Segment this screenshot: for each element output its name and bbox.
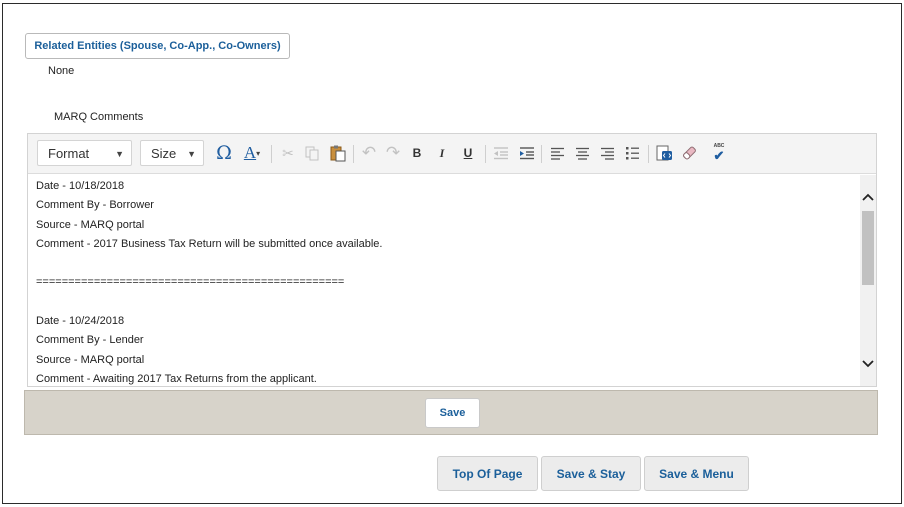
save-and-stay-button[interactable]: Save & Stay <box>541 456 641 491</box>
toolbar-separator <box>648 145 649 163</box>
scroll-up-icon[interactable] <box>860 187 876 207</box>
align-right-icon[interactable] <box>597 142 617 164</box>
toolbar-separator <box>485 145 486 163</box>
page-frame: Related Entities (Spouse, Co-App., Co-Ow… <box>2 3 902 504</box>
scroll-down-icon[interactable] <box>860 354 876 374</box>
cut-icon[interactable]: ✂ <box>278 142 298 164</box>
comment-text-area[interactable]: Date - 10/18/2018 Comment By - Borrower So… <box>28 175 860 386</box>
save-and-menu-button[interactable]: Save & Menu <box>644 456 749 491</box>
indent-icon[interactable] <box>517 142 537 164</box>
comment-line: Source - MARQ portal <box>36 353 145 366</box>
comment-scrollbar[interactable] <box>860 175 876 386</box>
comment-line: Comment By - Borrower <box>36 199 154 212</box>
comment-line: ========================================… <box>36 276 345 289</box>
related-entities-button[interactable]: Related Entities (Spouse, Co-App., Co-Ow… <box>25 33 290 59</box>
chevron-down-icon: ▼ <box>115 149 124 159</box>
comment-line: Date - 10/24/2018 <box>36 315 125 328</box>
comments-editor: Format ▼ Size ▼ Ω A ▾ ✂ ↶ ↷ B I U ABC ✔ … <box>27 133 877 387</box>
format-dropdown-label: Format <box>48 145 90 161</box>
toolbar-separator <box>353 145 354 163</box>
spellcheck-icon[interactable]: ABC ✔ <box>709 142 729 164</box>
save-button[interactable]: Save <box>425 398 480 428</box>
source-code-icon[interactable] <box>654 142 674 164</box>
comment-line <box>36 293 860 312</box>
comment-line: Comment - 2017 Business Tax Return will … <box>36 237 383 250</box>
bulleted-list-icon[interactable] <box>622 142 642 164</box>
bold-icon[interactable]: B <box>407 142 427 164</box>
top-of-page-button[interactable]: Top Of Page <box>437 456 538 491</box>
paste-icon[interactable] <box>328 142 348 164</box>
toolbar-separator <box>271 145 272 163</box>
align-center-icon[interactable] <box>572 142 592 164</box>
chevron-down-icon: ▼ <box>187 149 196 159</box>
toolbar-separator <box>541 145 542 163</box>
comment-line: Source - MARQ portal <box>36 218 145 231</box>
redo-icon[interactable]: ↷ <box>383 142 403 164</box>
comment-line <box>36 254 860 273</box>
outdent-icon[interactable] <box>491 142 511 164</box>
size-dropdown[interactable]: Size ▼ <box>140 140 204 166</box>
text-color-icon[interactable]: A ▾ <box>237 142 267 164</box>
editor-toolbar: Format ▼ Size ▼ Ω A ▾ ✂ ↶ ↷ B I U ABC ✔ <box>28 134 876 174</box>
special-character-icon[interactable]: Ω <box>214 142 234 164</box>
related-entities-value: None <box>48 65 75 77</box>
scroll-thumb[interactable] <box>862 211 874 285</box>
size-dropdown-label: Size <box>151 145 177 161</box>
copy-icon[interactable] <box>302 142 322 164</box>
comment-line: Comment By - Lender <box>36 334 144 347</box>
comment-line: Comment - Awaiting 2017 Tax Returns from… <box>36 372 317 385</box>
format-dropdown[interactable]: Format ▼ <box>37 140 132 166</box>
eraser-icon[interactable] <box>679 142 699 164</box>
marq-comments-label: MARQ Comments <box>54 111 144 123</box>
comment-line: Date - 10/18/2018 <box>36 180 125 192</box>
save-bar: Save <box>24 390 878 435</box>
align-left-icon[interactable] <box>547 142 567 164</box>
underline-icon[interactable]: U <box>458 142 478 164</box>
italic-icon[interactable]: I <box>432 142 452 164</box>
undo-icon[interactable]: ↶ <box>359 142 379 164</box>
